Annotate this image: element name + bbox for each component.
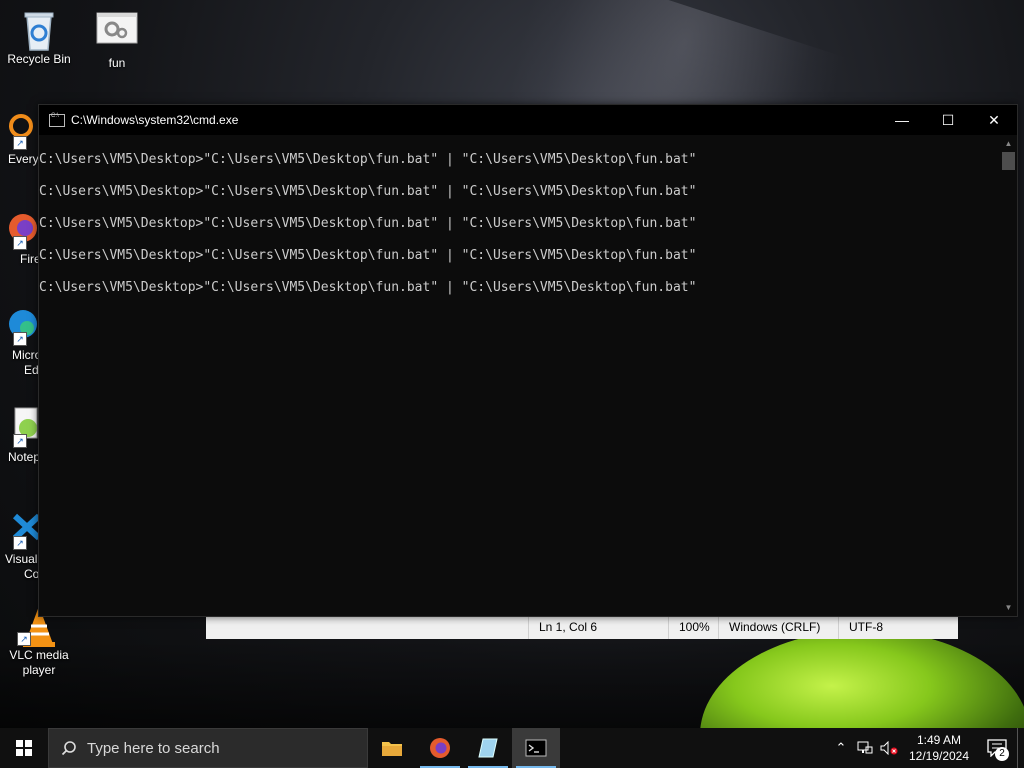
desktop-icon-fun[interactable]: fun [78, 8, 156, 71]
shortcut-arrow-icon: ↗ [17, 632, 31, 646]
cmd-window[interactable]: C:\Windows\system32\cmd.exe — ☐ ✕ C:\Use… [38, 104, 1018, 617]
close-button[interactable]: ✕ [971, 105, 1017, 135]
notepad-status-bar: Ln 1, Col 6 100% Windows (CRLF) UTF-8 [206, 615, 958, 639]
action-center-button[interactable]: 2 [977, 728, 1017, 768]
shortcut-arrow-icon: ↗ [13, 434, 27, 448]
taskbar: Type here to search ⌃ 1:49 AM 12/19/2024… [0, 728, 1024, 768]
taskbar-clock[interactable]: 1:49 AM 12/19/2024 [901, 732, 977, 764]
search-icon [61, 741, 76, 756]
notification-count-badge: 2 [995, 747, 1009, 761]
chevron-up-icon[interactable]: ⌃ [829, 728, 853, 768]
batch-file-icon [96, 12, 138, 44]
clock-time: 1:49 AM [916, 733, 962, 747]
command-prompt-icon [525, 739, 547, 757]
search-placeholder: Type here to search [87, 739, 220, 757]
desktop-icon-label: fun [108, 56, 126, 70]
console-output[interactable]: C:\Users\VM5\Desktop>"C:\Users\VM5\Deskt… [39, 135, 1000, 616]
console-line: C:\Users\VM5\Desktop>"C:\Users\VM5\Deskt… [39, 216, 697, 231]
status-encoding: UTF-8 [838, 616, 948, 639]
minimize-button[interactable]: — [879, 105, 925, 135]
desktop-icon-label: Recycle Bin [7, 52, 71, 66]
windows-logo-icon [16, 740, 32, 756]
taskbar-search-box[interactable]: Type here to search [48, 728, 368, 768]
desktop-icon-label: VLC media [9, 648, 69, 662]
scrollbar-thumb[interactable] [1002, 152, 1015, 170]
taskbar-firefox[interactable] [416, 728, 464, 768]
desktop-icon-recycle-bin[interactable]: Recycle Bin [0, 8, 78, 67]
shortcut-arrow-icon: ↗ [13, 136, 27, 150]
network-icon[interactable] [853, 728, 877, 768]
status-line-endings: Windows (CRLF) [718, 616, 838, 639]
taskbar-command-prompt[interactable] [512, 728, 560, 768]
show-desktop-button[interactable] [1017, 728, 1024, 768]
firefox-icon [430, 738, 450, 758]
notepad-plus-plus-icon: ↗ [0, 406, 39, 448]
console-line: C:\Users\VM5\Desktop>"C:\Users\VM5\Deskt… [39, 152, 697, 167]
scroll-up-arrow-icon[interactable]: ▲ [1000, 135, 1017, 152]
console-line: C:\Users\VM5\Desktop>"C:\Users\VM5\Deskt… [39, 248, 697, 263]
console-line: C:\Users\VM5\Desktop>"C:\Users\VM5\Deskt… [39, 184, 697, 199]
shortcut-arrow-icon: ↗ [13, 332, 27, 346]
system-tray: ⌃ 1:49 AM 12/19/2024 2 [829, 728, 1024, 768]
status-cursor-position: Ln 1, Col 6 [528, 616, 668, 639]
scroll-down-arrow-icon[interactable]: ▼ [1000, 599, 1017, 616]
vertical-scrollbar[interactable]: ▲ ▼ [1000, 135, 1017, 616]
shortcut-arrow-icon: ↗ [13, 236, 27, 250]
shortcut-arrow-icon: ↗ [13, 536, 27, 550]
clock-date: 12/19/2024 [908, 749, 970, 763]
console-line: C:\Users\VM5\Desktop>"C:\Users\VM5\Deskt… [39, 280, 697, 295]
taskbar-file-explorer[interactable] [368, 728, 416, 768]
edge-icon: ↗ [0, 304, 39, 346]
firefox-icon: ↗ [0, 208, 39, 250]
volume-muted-icon[interactable] [877, 728, 901, 768]
status-zoom: 100% [668, 616, 718, 639]
cmd-title-bar[interactable]: C:\Windows\system32\cmd.exe — ☐ ✕ [39, 105, 1017, 135]
vscode-icon: ↗ [0, 508, 42, 550]
cmd-app-icon [49, 113, 65, 127]
notepad-icon [478, 738, 498, 758]
everything-search-icon: ↗ [0, 108, 39, 150]
recycle-bin-icon [19, 8, 59, 51]
maximize-button[interactable]: ☐ [925, 105, 971, 135]
cmd-window-title: C:\Windows\system32\cmd.exe [71, 113, 239, 127]
taskbar-notepad[interactable] [464, 728, 512, 768]
folder-icon [382, 742, 402, 756]
desktop-icon-label: player [22, 663, 56, 677]
start-button[interactable] [0, 728, 48, 768]
